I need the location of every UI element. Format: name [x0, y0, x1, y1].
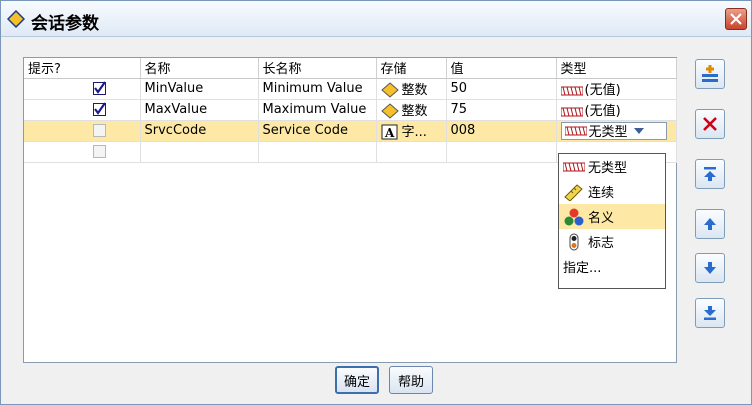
- value-cell[interactable]: 75: [446, 99, 557, 121]
- session-parameters-dialog: 会话参数 提示? 名称 长名称 存储 值 类型 MinValue Minimum…: [0, 0, 752, 405]
- dropdown-item-specify[interactable]: 指定...: [559, 254, 665, 279]
- checkmark-icon: [94, 81, 107, 94]
- string-storage-icon: A: [381, 124, 397, 140]
- storage-cell[interactable]: 整数: [376, 99, 447, 121]
- add-parameter-button[interactable]: [695, 59, 725, 89]
- integer-storage-icon: [380, 103, 399, 119]
- dropdown-item-typeless[interactable]: 无类型: [559, 154, 665, 179]
- svg-text:A: A: [384, 126, 395, 140]
- prompt-checkbox[interactable]: [93, 102, 107, 116]
- prompt-checkbox-cell[interactable]: [24, 120, 141, 142]
- typeless-icon: [560, 86, 583, 95]
- storage-label: 字...: [401, 124, 427, 140]
- table-row[interactable]: MaxValue Maximum Value 整数 75 (无值): [24, 99, 677, 121]
- type-label: 无类型: [588, 125, 628, 140]
- delete-parameter-button[interactable]: [695, 109, 725, 139]
- chevron-down-icon: [633, 127, 644, 134]
- column-header[interactable]: 提示?: [24, 58, 141, 79]
- typeless-icon: [560, 107, 583, 116]
- column-header[interactable]: 类型: [556, 58, 677, 79]
- move-down-icon: [704, 262, 716, 274]
- prompt-checkbox-cell[interactable]: [24, 141, 141, 163]
- storage-label: 整数: [401, 103, 428, 119]
- move-up-button[interactable]: [695, 209, 725, 239]
- move-bottom-icon: [704, 306, 716, 320]
- integer-storage-icon: [380, 82, 399, 98]
- checkmark-icon: [94, 102, 107, 115]
- long-name-cell[interactable]: Service Code: [258, 120, 377, 142]
- close-icon: [730, 13, 742, 25]
- move-to-bottom-button[interactable]: [695, 298, 725, 328]
- name-cell[interactable]: SrvcCode: [140, 120, 259, 142]
- dropdown-item-nominal[interactable]: 名义: [559, 204, 665, 229]
- prompt-checkbox[interactable]: [93, 124, 107, 137]
- column-header[interactable]: 存储: [376, 58, 447, 79]
- type-label: (无值): [584, 83, 621, 98]
- prompt-checkbox-cell[interactable]: [24, 78, 141, 100]
- name-cell[interactable]: MinValue: [140, 78, 259, 100]
- long-name-cell[interactable]: Minimum Value: [258, 78, 377, 100]
- prompt-checkbox-cell[interactable]: [24, 99, 141, 121]
- type-cell[interactable]: (无值): [556, 99, 677, 121]
- value-cell[interactable]: 008: [446, 120, 557, 142]
- diamond-icon: [7, 10, 25, 28]
- dropdown-item-label: 无类型: [588, 161, 628, 176]
- value-cell[interactable]: 50: [446, 78, 557, 100]
- storage-label: 整数: [401, 82, 428, 98]
- move-up-icon: [704, 218, 716, 230]
- type-dropdown-menu: 无类型 连续 名义 标志 指定...: [558, 153, 666, 289]
- dropdown-item-label: 指定...: [563, 261, 602, 276]
- title-bar: 会话参数: [1, 1, 751, 37]
- prompt-checkbox[interactable]: [93, 81, 107, 95]
- prompt-checkbox[interactable]: [93, 145, 107, 158]
- long-name-cell[interactable]: Maximum Value: [258, 99, 377, 121]
- column-header[interactable]: 值: [446, 58, 557, 79]
- dropdown-item-label: 标志: [588, 236, 615, 251]
- type-cell[interactable]: (无值): [556, 78, 677, 100]
- table-row[interactable]: MinValue Minimum Value 整数 50 (无值): [24, 78, 677, 100]
- flag-toggle-icon: [569, 233, 579, 250]
- type-select[interactable]: 无类型: [560, 121, 667, 140]
- storage-cell[interactable]: [376, 141, 447, 163]
- close-button[interactable]: [725, 8, 747, 30]
- dropdown-item-label: 名义: [588, 211, 615, 226]
- table-row-selected[interactable]: SrvcCode Service Code A 字... 008 无类型: [24, 120, 677, 142]
- dropdown-item-label: 连续: [588, 186, 615, 201]
- name-cell[interactable]: [140, 141, 259, 163]
- type-cell[interactable]: 无类型: [556, 120, 677, 142]
- nominal-circles-icon: [564, 208, 584, 225]
- value-cell[interactable]: [446, 141, 557, 163]
- table-header: 提示? 名称 长名称 存储 值 类型: [24, 58, 677, 79]
- dropdown-item-continuous[interactable]: 连续: [559, 179, 665, 204]
- name-cell[interactable]: MaxValue: [140, 99, 259, 121]
- move-down-button[interactable]: [695, 253, 725, 283]
- storage-cell[interactable]: A 字...: [376, 120, 447, 142]
- typeless-icon: [564, 126, 587, 135]
- move-to-top-button[interactable]: [695, 159, 725, 189]
- storage-cell[interactable]: 整数: [376, 78, 447, 100]
- window-title: 会话参数: [31, 14, 99, 34]
- column-header[interactable]: 长名称: [258, 58, 377, 79]
- delete-icon: [703, 117, 717, 131]
- typeless-icon: [563, 162, 585, 171]
- ruler-icon: [564, 183, 583, 201]
- help-button[interactable]: 帮助: [389, 366, 433, 394]
- dropdown-item-flag[interactable]: 标志: [559, 229, 665, 254]
- add-row-icon: [702, 65, 718, 82]
- column-header[interactable]: 名称: [140, 58, 259, 79]
- type-label: (无值): [584, 104, 621, 119]
- move-top-icon: [704, 167, 716, 181]
- long-name-cell[interactable]: [258, 141, 377, 163]
- ok-button[interactable]: 确定: [335, 366, 379, 394]
